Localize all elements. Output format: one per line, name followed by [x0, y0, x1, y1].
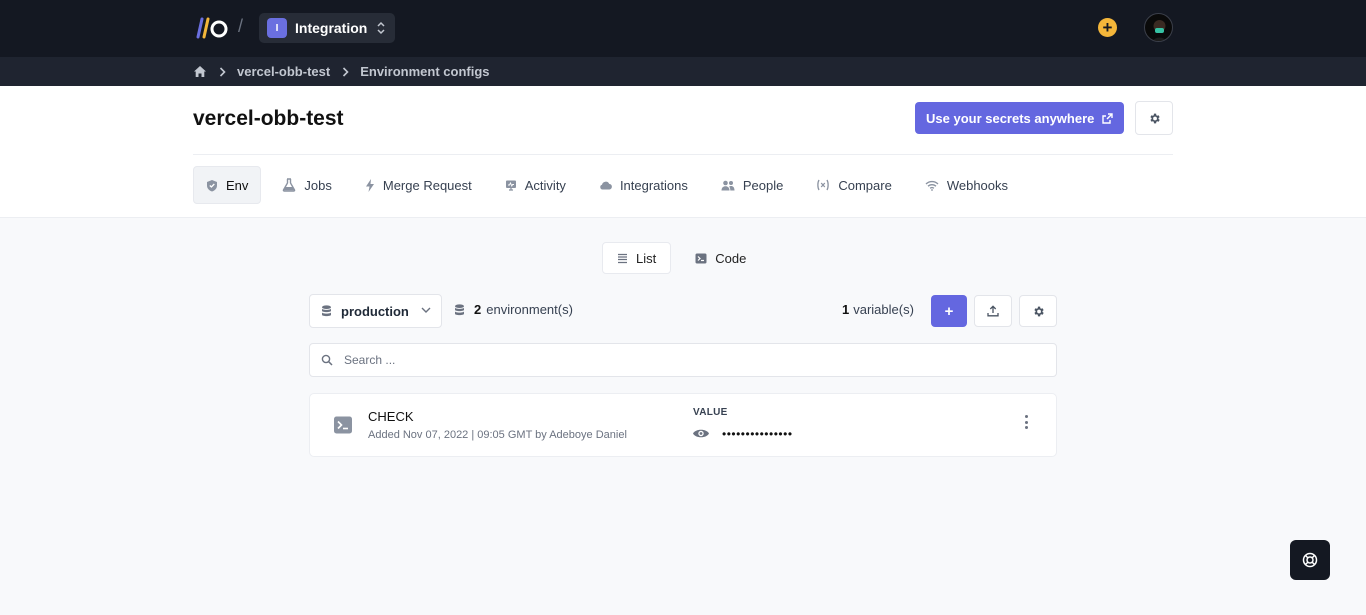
list-icon	[618, 253, 627, 263]
home-icon[interactable]	[193, 65, 207, 78]
page-title: vercel-obb-test	[193, 107, 344, 130]
tab-label: Activity	[524, 177, 566, 193]
variable-meta: Added Nov 07, 2022 | 09:05 GMT by Adeboy…	[368, 429, 627, 441]
variable-icon	[817, 179, 830, 191]
environment-select[interactable]: production	[309, 294, 442, 328]
activity-icon	[505, 180, 516, 191]
chevron-up-down-icon	[377, 21, 385, 35]
database-icon	[321, 305, 332, 317]
environment-count[interactable]: 2 environment(s)	[454, 302, 573, 317]
tab-env[interactable]: Env	[193, 166, 262, 204]
environment-count-label: environment(s)	[486, 302, 573, 317]
tab-merge-request[interactable]: Merge Request	[353, 166, 484, 204]
value-label: VALUE	[693, 407, 728, 418]
code-view-label: Code	[715, 250, 747, 266]
tab-jobs[interactable]: Jobs	[270, 166, 343, 204]
shield-icon	[207, 179, 217, 191]
chevron-right-icon	[342, 66, 349, 77]
tab-label: Merge Request	[382, 177, 472, 193]
bolt-icon	[365, 178, 374, 192]
org-separator: /	[238, 16, 244, 36]
list-view-button[interactable]: List	[602, 242, 672, 274]
breadcrumb: vercel-obb-test Environment configs	[0, 57, 1366, 86]
plus-circle-icon[interactable]: +	[1098, 18, 1117, 37]
tab-activity[interactable]: Activity	[493, 166, 578, 204]
tab-integrations[interactable]: Integrations	[587, 166, 700, 204]
environment-settings-button[interactable]	[1019, 295, 1057, 327]
tab-label: Compare	[838, 177, 892, 193]
gear-icon	[1149, 113, 1160, 123]
variable-count-label: variable(s)	[853, 302, 914, 317]
tab-compare[interactable]: Compare	[804, 166, 903, 204]
search-input[interactable]	[344, 353, 1024, 367]
external-link-icon	[1102, 112, 1114, 124]
variable-name: CHECK	[368, 409, 414, 424]
cloud-icon	[600, 181, 612, 190]
tab-label: People	[742, 177, 784, 193]
chevron-down-icon	[421, 307, 431, 313]
tab-label: Jobs	[304, 177, 332, 193]
tab-label: Integrations	[619, 177, 688, 193]
users-icon	[721, 180, 735, 190]
app-header: vercel-obb-test Use your secrets anywher…	[0, 86, 1366, 218]
tab-label: Webhooks	[946, 177, 1009, 193]
variable-count: 1 variable(s)	[842, 302, 914, 317]
search-bar	[309, 343, 1057, 377]
environment-select-value: production	[341, 303, 409, 319]
use-secrets-anywhere-button[interactable]: Use your secrets anywhere	[915, 102, 1124, 134]
app-tabs: Env Jobs Merge Request Activity Integrat…	[193, 166, 1029, 204]
top-navbar: / I Integration +	[0, 0, 1366, 57]
breadcrumb-current: Environment configs	[360, 64, 490, 79]
cta-label: Use your secrets anywhere	[926, 110, 1095, 126]
tab-webhooks[interactable]: Webhooks	[913, 166, 1020, 204]
more-options-icon[interactable]	[1022, 413, 1030, 431]
database-icon	[455, 303, 464, 315]
header-divider	[193, 154, 1173, 155]
chevron-right-icon	[219, 66, 226, 77]
upload-button[interactable]	[974, 295, 1012, 327]
environment-count-number: 2	[474, 302, 482, 317]
lifebuoy-icon	[1302, 552, 1318, 568]
flask-icon	[283, 178, 296, 192]
variable-count-number: 1	[842, 302, 850, 317]
variable-row[interactable]: CHECK Added Nov 07, 2022 | 09:05 GMT by …	[309, 393, 1057, 457]
help-button[interactable]	[1290, 540, 1330, 580]
breadcrumb-app[interactable]: vercel-obb-test	[237, 64, 330, 79]
organization-switcher[interactable]: I Integration	[259, 13, 395, 43]
org-badge: I	[267, 18, 287, 38]
tab-people[interactable]: People	[709, 166, 795, 204]
org-name: Integration	[295, 20, 368, 36]
eye-icon[interactable]	[692, 427, 710, 440]
terminal-icon	[334, 416, 352, 434]
app-settings-button[interactable]	[1135, 101, 1173, 135]
upload-icon	[987, 305, 999, 317]
gear-icon	[1033, 306, 1044, 316]
view-toggle: List Code	[602, 242, 770, 274]
avatar[interactable]	[1144, 13, 1173, 42]
add-variable-button[interactable]: +	[931, 295, 967, 327]
app-logo[interactable]	[193, 17, 229, 39]
wifi-icon	[925, 180, 939, 191]
list-view-label: List	[636, 250, 657, 266]
tab-label: Env	[226, 177, 249, 193]
search-icon	[321, 354, 333, 366]
masked-value: •••••••••••••••	[722, 427, 793, 441]
terminal-icon	[695, 253, 707, 263]
code-view-button[interactable]: Code	[681, 242, 760, 274]
